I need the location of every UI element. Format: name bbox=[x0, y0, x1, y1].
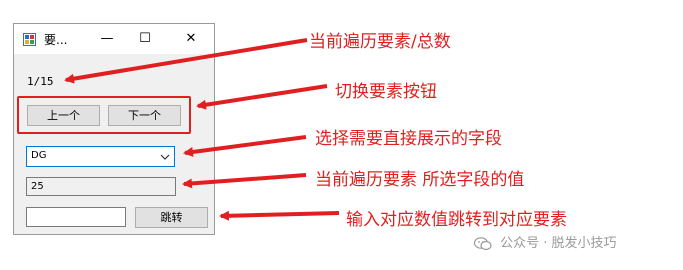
arrow-jump bbox=[219, 210, 340, 221]
arrow-switch bbox=[196, 84, 328, 110]
arrow-select-field bbox=[183, 135, 307, 157]
watermark: 公众号 · 脱发小技巧 bbox=[474, 232, 617, 251]
annotation-jump: 输入对应数值跳转到对应要素 bbox=[346, 210, 567, 230]
wechat-icon bbox=[474, 236, 492, 250]
arrow-counter bbox=[64, 38, 308, 84]
annotation-field-value: 当前遍历要素 所选字段的值 bbox=[315, 170, 525, 190]
annotation-select-field: 选择需要直接展示的字段 bbox=[315, 129, 502, 149]
annotation-switch: 切换要素按钮 bbox=[335, 82, 437, 102]
watermark-text: 公众号 · 脱发小技巧 bbox=[500, 236, 617, 251]
annotation-counter: 当前遍历要素/总数 bbox=[309, 32, 451, 52]
arrow-field-value bbox=[182, 173, 307, 189]
